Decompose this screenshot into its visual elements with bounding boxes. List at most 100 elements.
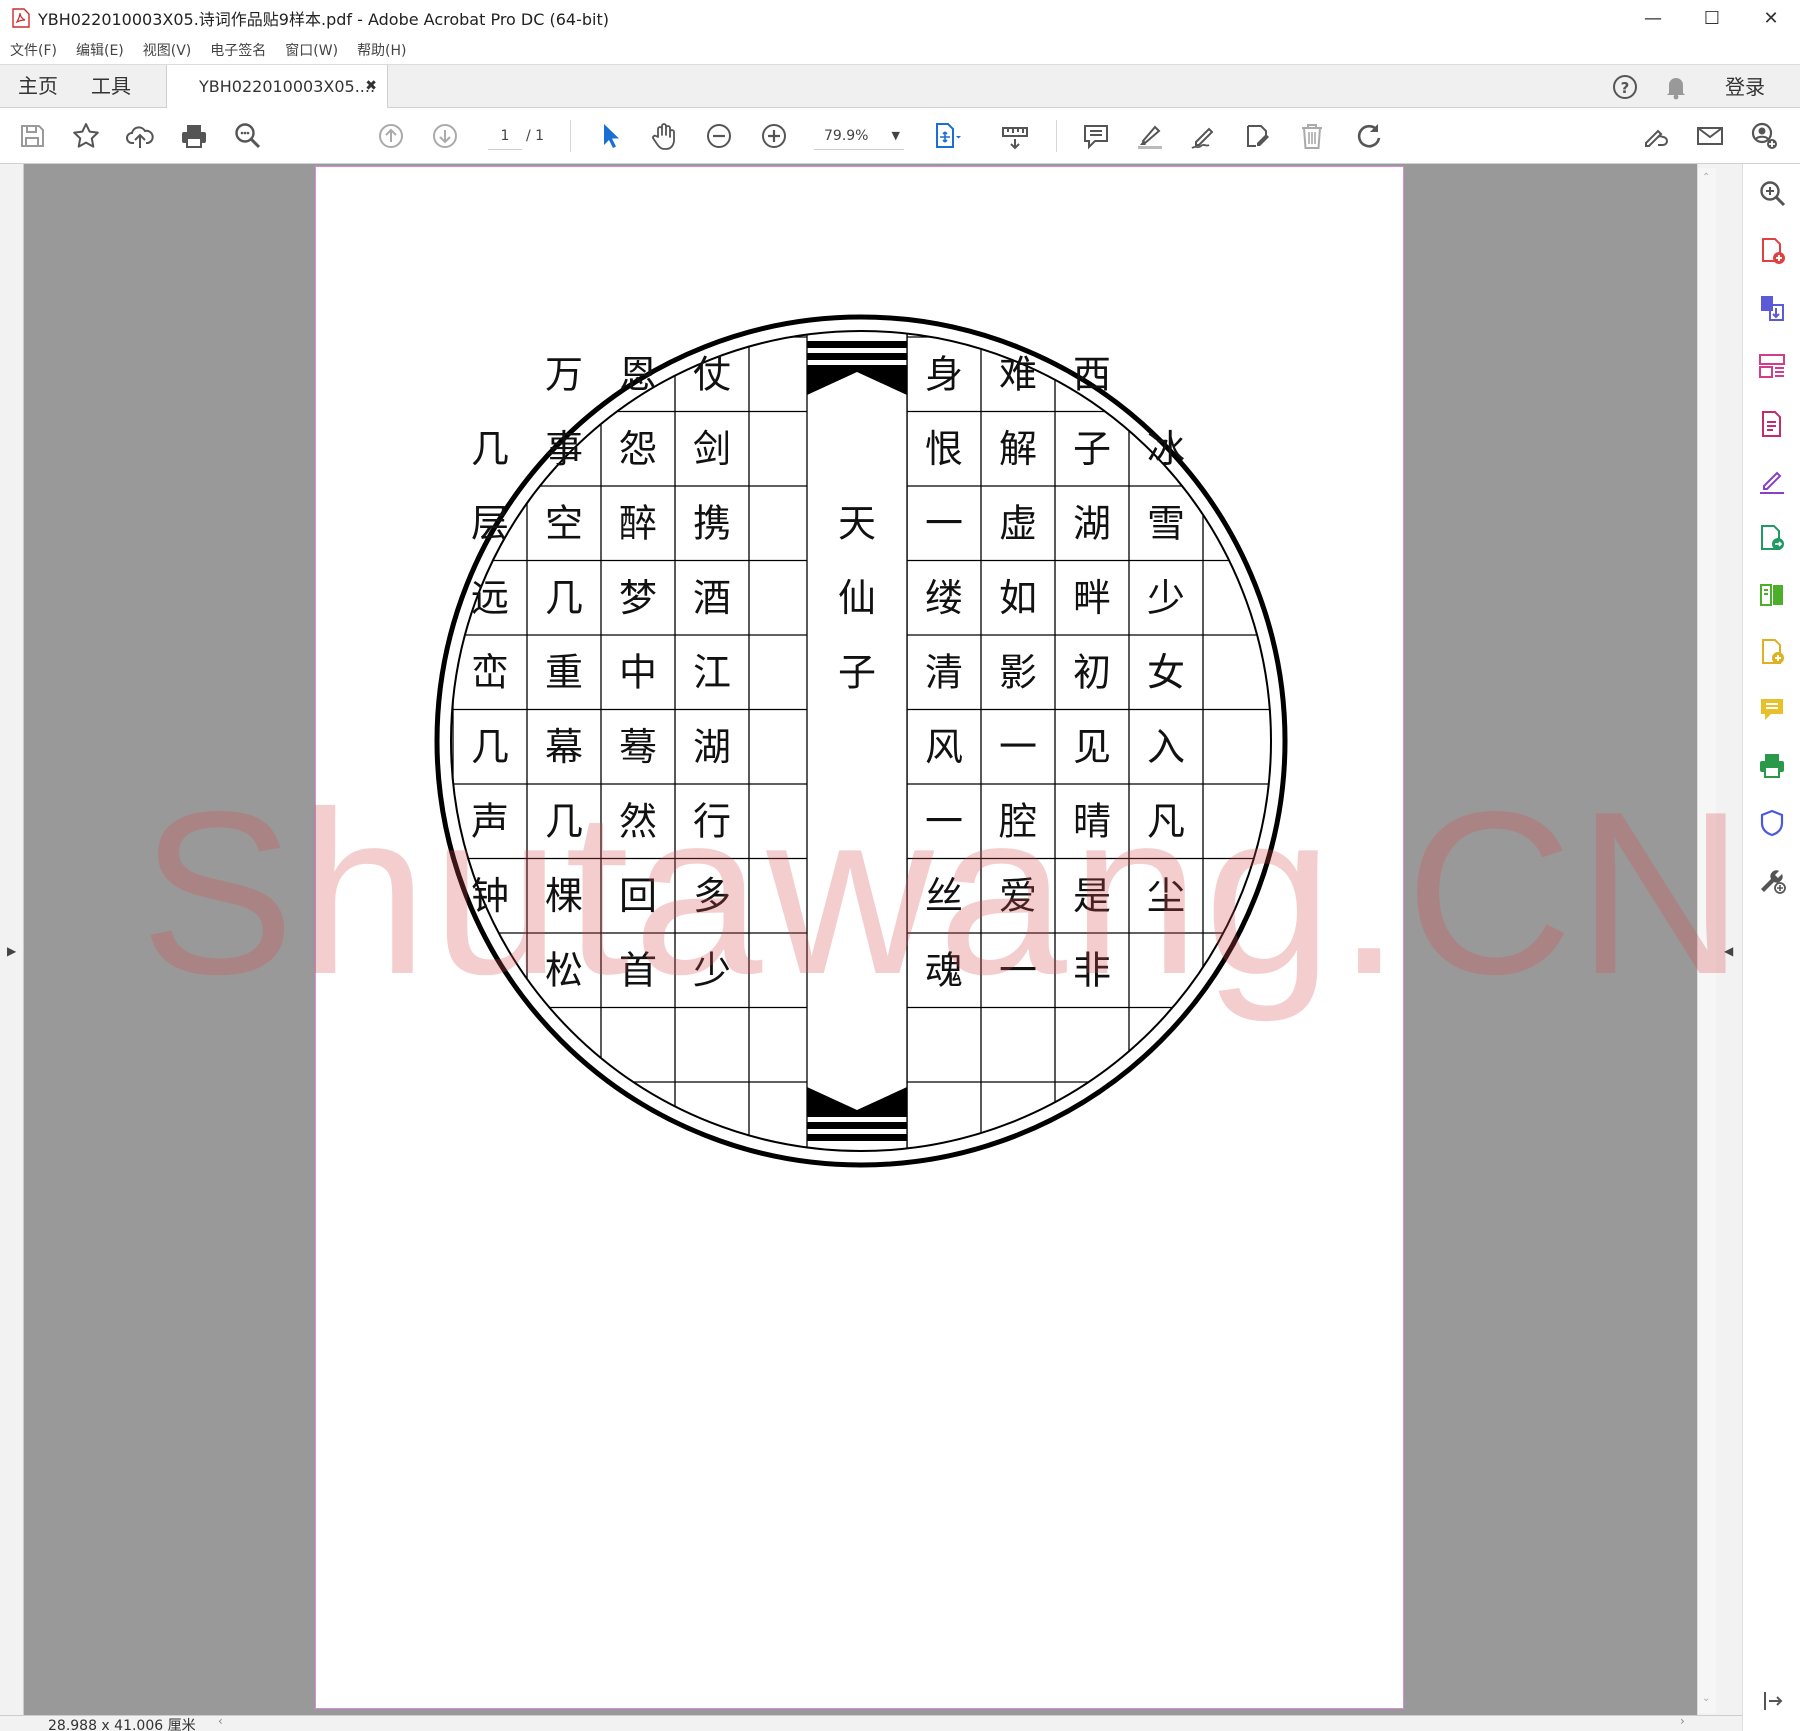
notifications-button[interactable] [1660, 71, 1692, 103]
tab-tools[interactable]: 工具 [91, 65, 131, 108]
vertical-scrollbar[interactable]: ⌃ ⌄ [1698, 168, 1716, 1713]
share-user-button[interactable] [1746, 118, 1782, 154]
plus-circle-icon [762, 124, 786, 148]
help-icon: ? [1613, 75, 1637, 99]
window-title: YBH022010003X05.诗词作品贴9样本.pdf - Adobe Acr… [38, 10, 609, 29]
login-link[interactable]: 登录 [1725, 65, 1765, 109]
zoom-level-select[interactable]: 79.9% ▼ [814, 122, 904, 150]
poem-character: 非 [1073, 948, 1111, 992]
scroll-right-icon[interactable]: › [1680, 1714, 1685, 1728]
poem-character: 子 [838, 650, 876, 694]
tab-bar: 主页 工具 YBH022010003X05.... ✖ ? 登录 [0, 64, 1800, 109]
strip-bar [807, 1122, 907, 1129]
right-pane-toggle[interactable]: ⌃ ⌄ ◀ [1697, 164, 1742, 1715]
email-button[interactable] [1692, 118, 1728, 154]
delete-button[interactable] [1294, 118, 1330, 154]
chevron-left-icon: ◀ [1724, 944, 1734, 958]
menu-file[interactable]: 文件(F) [10, 40, 57, 60]
scroll-down-icon[interactable]: ⌄ [1702, 1693, 1710, 1704]
poem-character: 子 [1073, 427, 1111, 471]
comment-button[interactable] [1078, 118, 1114, 154]
create-pdf-icon [1762, 238, 1785, 264]
page-number-input[interactable]: 1 [488, 122, 522, 150]
poem-character: 梦 [619, 576, 657, 620]
comment-tool[interactable] [1755, 692, 1789, 726]
left-pane-toggle[interactable]: ▶ [0, 164, 24, 1715]
menu-view[interactable]: 视图(V) [143, 40, 192, 60]
maximize-button[interactable]: ☐ [1683, 0, 1741, 36]
scroll-up-icon[interactable]: ⌃ [1702, 172, 1710, 183]
upload-cloud-button[interactable] [122, 118, 158, 154]
poem-character: 如 [999, 576, 1037, 620]
bookmark-star-button[interactable] [68, 118, 104, 154]
edit-pdf-tool[interactable] [1755, 407, 1789, 441]
poem-character: 江 [693, 650, 731, 694]
stamp-edit-icon [1247, 125, 1269, 147]
zoom-in-button[interactable] [756, 118, 792, 154]
menu-edit[interactable]: 编辑(E) [76, 40, 124, 60]
tab-document[interactable]: YBH022010003X05.... ✖ [166, 65, 388, 109]
organize-pages-tool[interactable] [1755, 349, 1789, 383]
highlight-button[interactable] [1132, 118, 1168, 154]
strip-bar [807, 353, 907, 360]
poem-character: 魂 [925, 948, 963, 992]
poem-character: 入 [1147, 725, 1185, 769]
arrow-up-circle-icon [379, 124, 403, 148]
poem-character: 腔 [999, 799, 1037, 843]
poem-character: 钟 [471, 874, 509, 918]
fit-page-button[interactable] [928, 118, 964, 154]
sign-button[interactable] [1186, 118, 1222, 154]
help-button[interactable]: ? [1609, 71, 1641, 103]
zoom-out-button[interactable] [701, 118, 737, 154]
cursor-arrow-icon [604, 124, 619, 148]
page-size-label: 28.988 x 41.006 厘米 [48, 1718, 196, 1731]
close-window-button[interactable]: ✕ [1742, 0, 1800, 36]
measure-button[interactable] [997, 118, 1033, 154]
poem-character: 恨 [925, 427, 963, 471]
combine-files-tool[interactable] [1755, 635, 1789, 669]
poem-character: 凡 [1147, 799, 1185, 843]
poem-character: 峦 [471, 650, 509, 694]
fill-sign-button[interactable] [1638, 118, 1674, 154]
print-production-icon [1760, 754, 1784, 778]
document-viewport[interactable]: 几层远峦几声钟万事空几重幕几棵松恩怨醉梦中蓦然回首仗剑携酒江湖行多少身恨一缕清风… [24, 164, 1697, 1715]
tab-home[interactable]: 主页 [18, 65, 58, 108]
print-production-tool[interactable] [1755, 749, 1789, 783]
export-pdf-tool[interactable] [1755, 291, 1789, 325]
poem-character: 远 [471, 576, 509, 620]
menu-esign[interactable]: 电子签名 [210, 40, 266, 60]
print-button[interactable] [176, 118, 212, 154]
save-button[interactable] [14, 118, 50, 154]
export-pdf-icon [1761, 296, 1784, 321]
compare-tool[interactable] [1755, 578, 1789, 612]
protect-tool[interactable] [1755, 806, 1789, 840]
poem-character: 事 [545, 427, 583, 471]
stamp-button[interactable] [1240, 118, 1276, 154]
menu-help[interactable]: 帮助(H) [357, 40, 406, 60]
poem-character: 湖 [1073, 501, 1111, 545]
collapse-tools-pane[interactable] [1755, 1684, 1789, 1718]
scroll-left-icon[interactable]: ‹ [218, 1714, 223, 1728]
next-page-button[interactable] [427, 118, 463, 154]
poem-character: 仗 [693, 352, 731, 396]
previous-page-button[interactable] [373, 118, 409, 154]
hand-tool-button[interactable] [646, 118, 682, 154]
enhance-scan-tool[interactable] [1755, 176, 1789, 210]
minimize-icon: — [1644, 7, 1662, 29]
poem-character: 恩 [619, 352, 657, 396]
page-total: / 1 [526, 128, 545, 144]
maximize-icon: ☐ [1703, 7, 1721, 29]
create-pdf-tool[interactable] [1755, 234, 1789, 268]
poem-character: 尘 [1147, 874, 1185, 918]
rotate-button[interactable] [1351, 118, 1387, 154]
close-tab-icon[interactable]: ✖ [365, 65, 377, 108]
search-button[interactable] [230, 118, 266, 154]
fill-sign-tool[interactable] [1755, 464, 1789, 498]
poem-character: 丝 [925, 874, 963, 918]
collapse-right-icon [1764, 1692, 1783, 1710]
select-tool-button[interactable] [592, 118, 628, 154]
more-tools-button[interactable] [1755, 863, 1789, 897]
minimize-button[interactable]: — [1624, 0, 1682, 36]
send-review-tool[interactable] [1755, 521, 1789, 555]
menu-window[interactable]: 窗口(W) [285, 40, 338, 60]
